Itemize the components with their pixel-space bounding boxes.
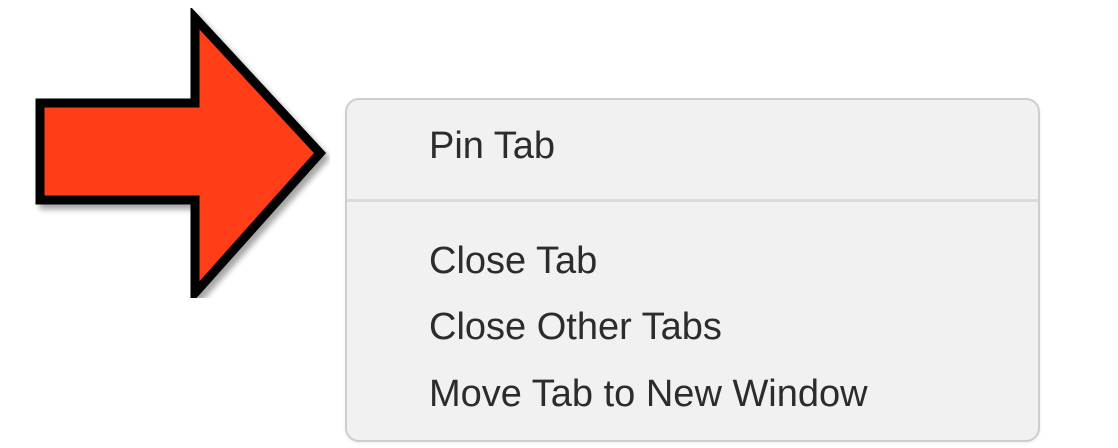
menu-item-move-tab-to-new-window[interactable]: Move Tab to New Window: [429, 370, 868, 418]
tab-context-menu: Pin Tab Close Tab Close Other Tabs Move …: [345, 98, 1040, 442]
menu-item-close-other-tabs[interactable]: Close Other Tabs: [429, 303, 722, 351]
menu-item-close-tab[interactable]: Close Tab: [429, 237, 597, 285]
menu-separator: [347, 199, 1038, 202]
menu-item-pin-tab[interactable]: Pin Tab: [429, 122, 555, 170]
screenshot-canvas: Pin Tab Close Tab Close Other Tabs Move …: [0, 0, 1118, 448]
right-arrow-icon: [35, 8, 327, 298]
